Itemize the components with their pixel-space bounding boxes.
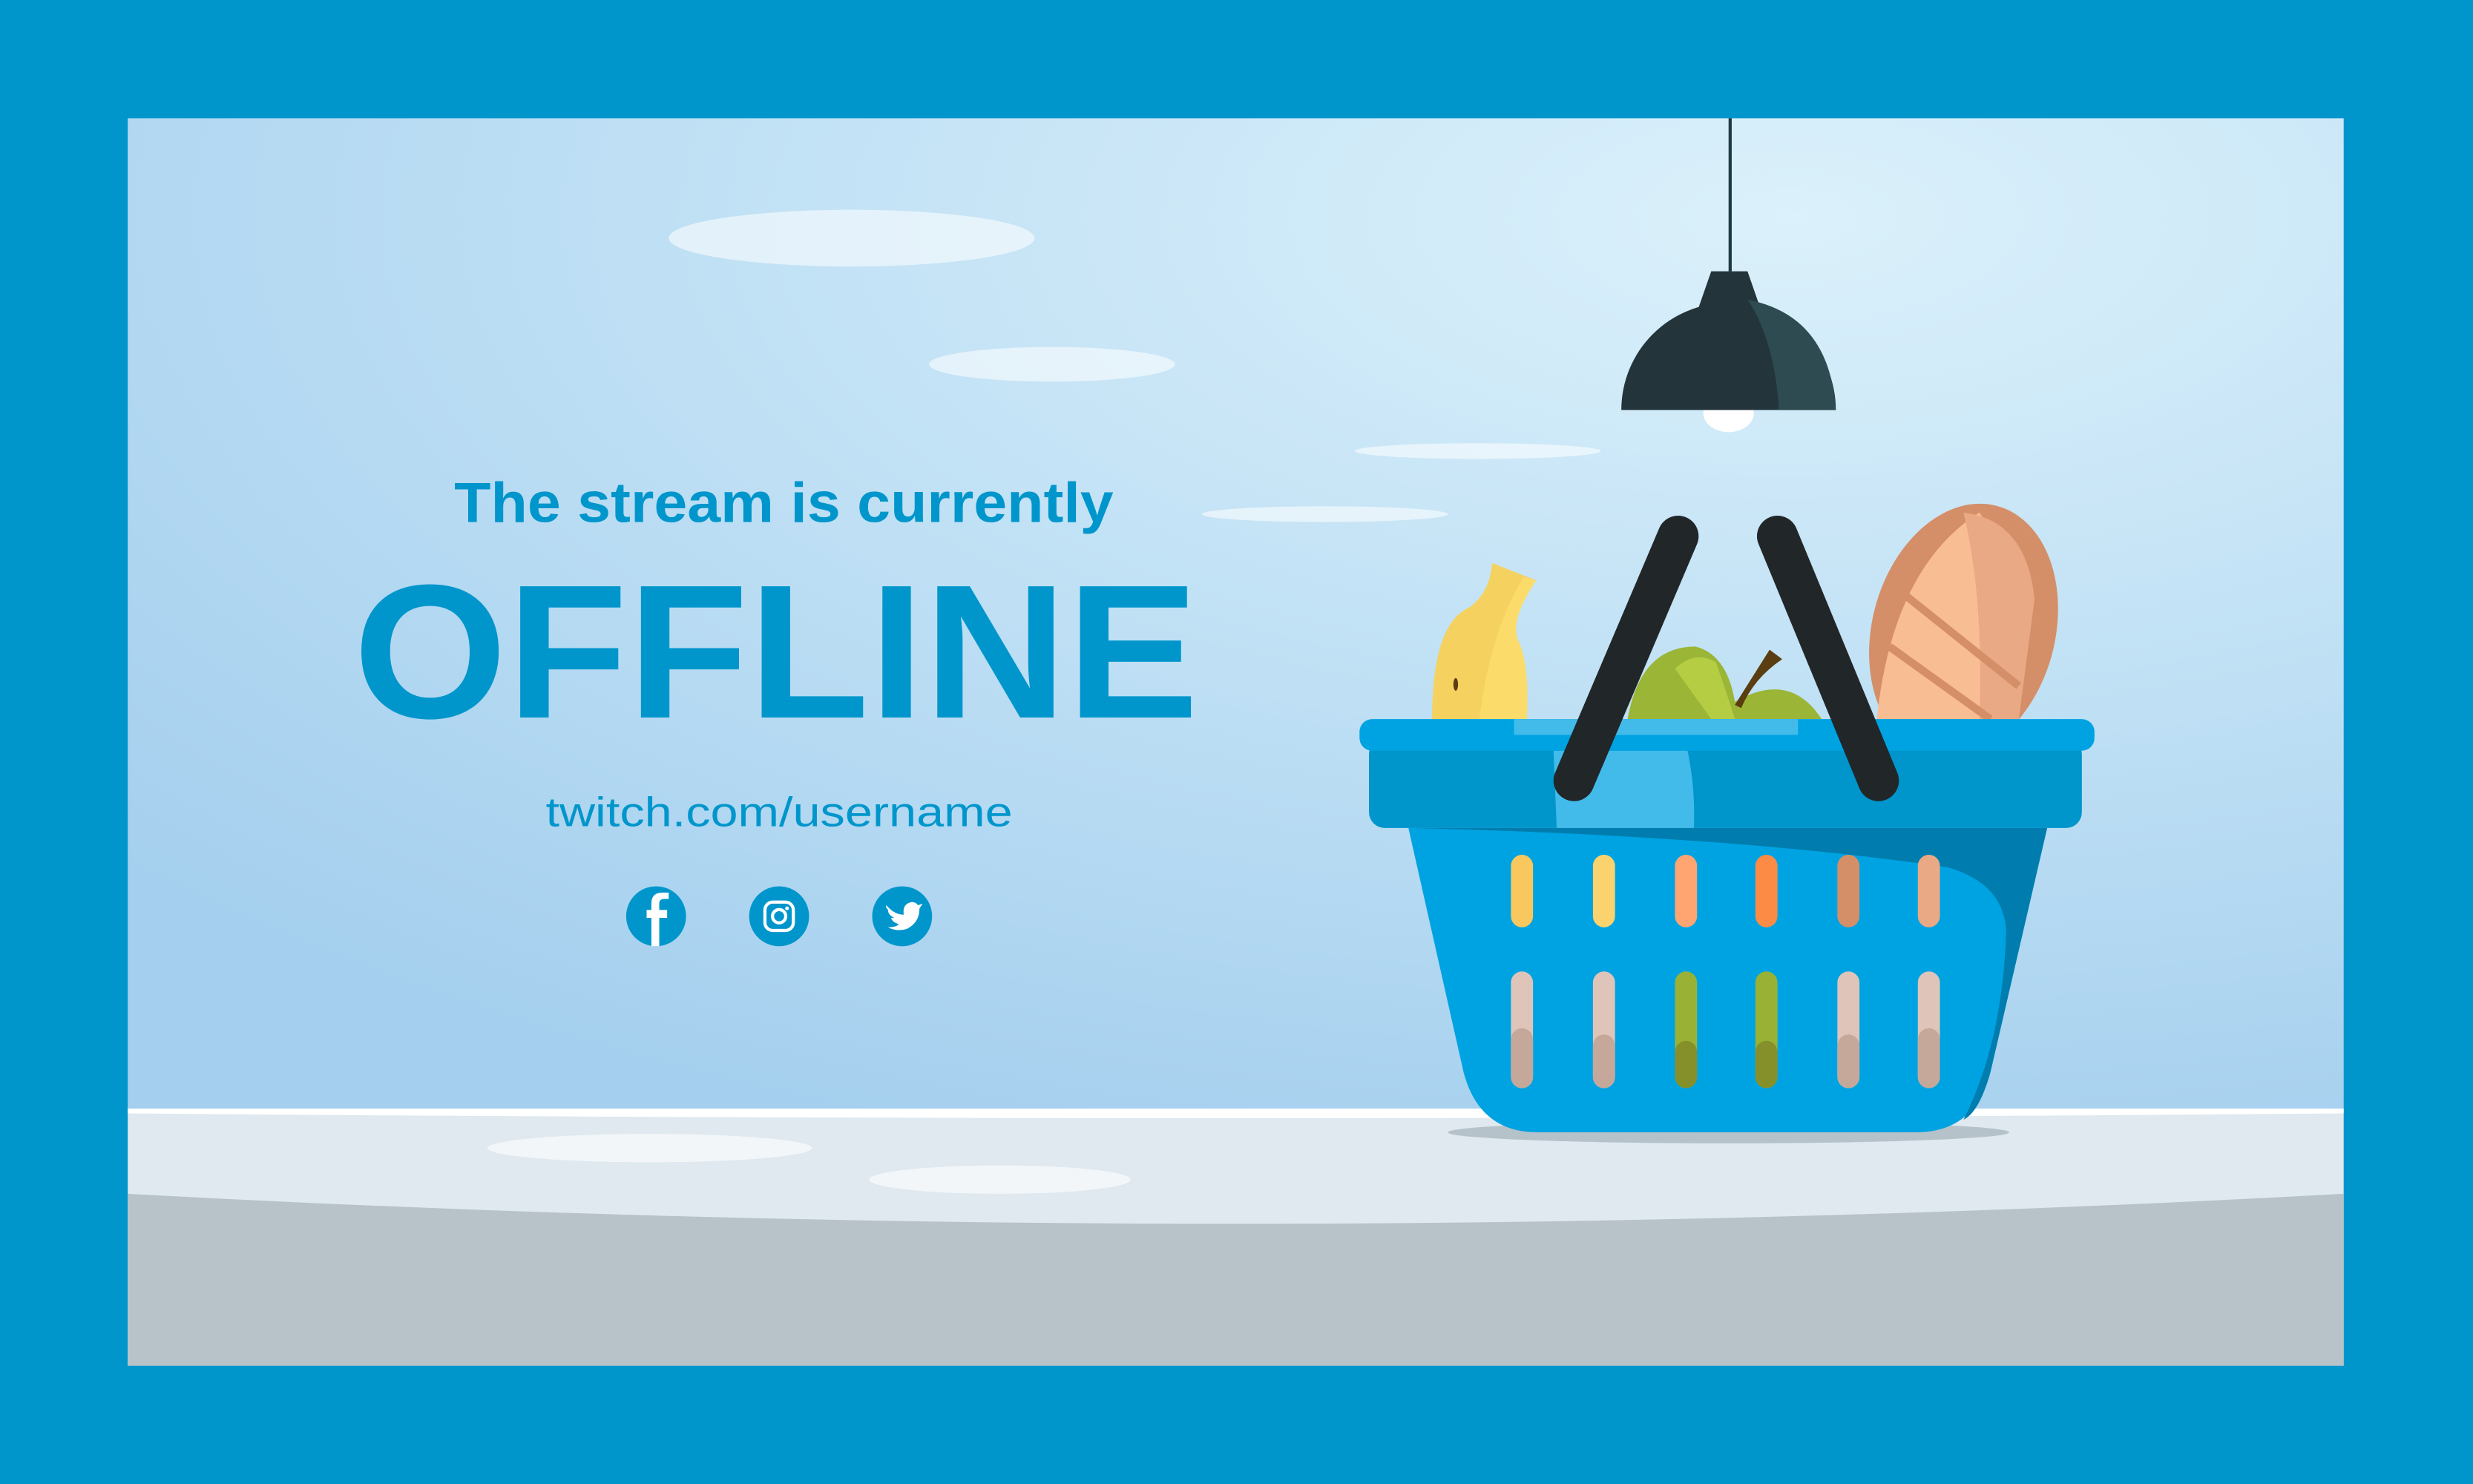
facebook-icon[interactable] (625, 886, 686, 947)
channel-url[interactable]: twitch.com/username (545, 789, 1012, 835)
offline-title: OFFLINE (353, 545, 1198, 758)
instagram-icon[interactable] (749, 886, 809, 947)
subtitle: The stream is currently (454, 472, 1114, 535)
twitter-icon[interactable] (872, 886, 933, 947)
offline-screen: The stream is currently OFFLINE twitch.c… (0, 0, 2473, 1484)
